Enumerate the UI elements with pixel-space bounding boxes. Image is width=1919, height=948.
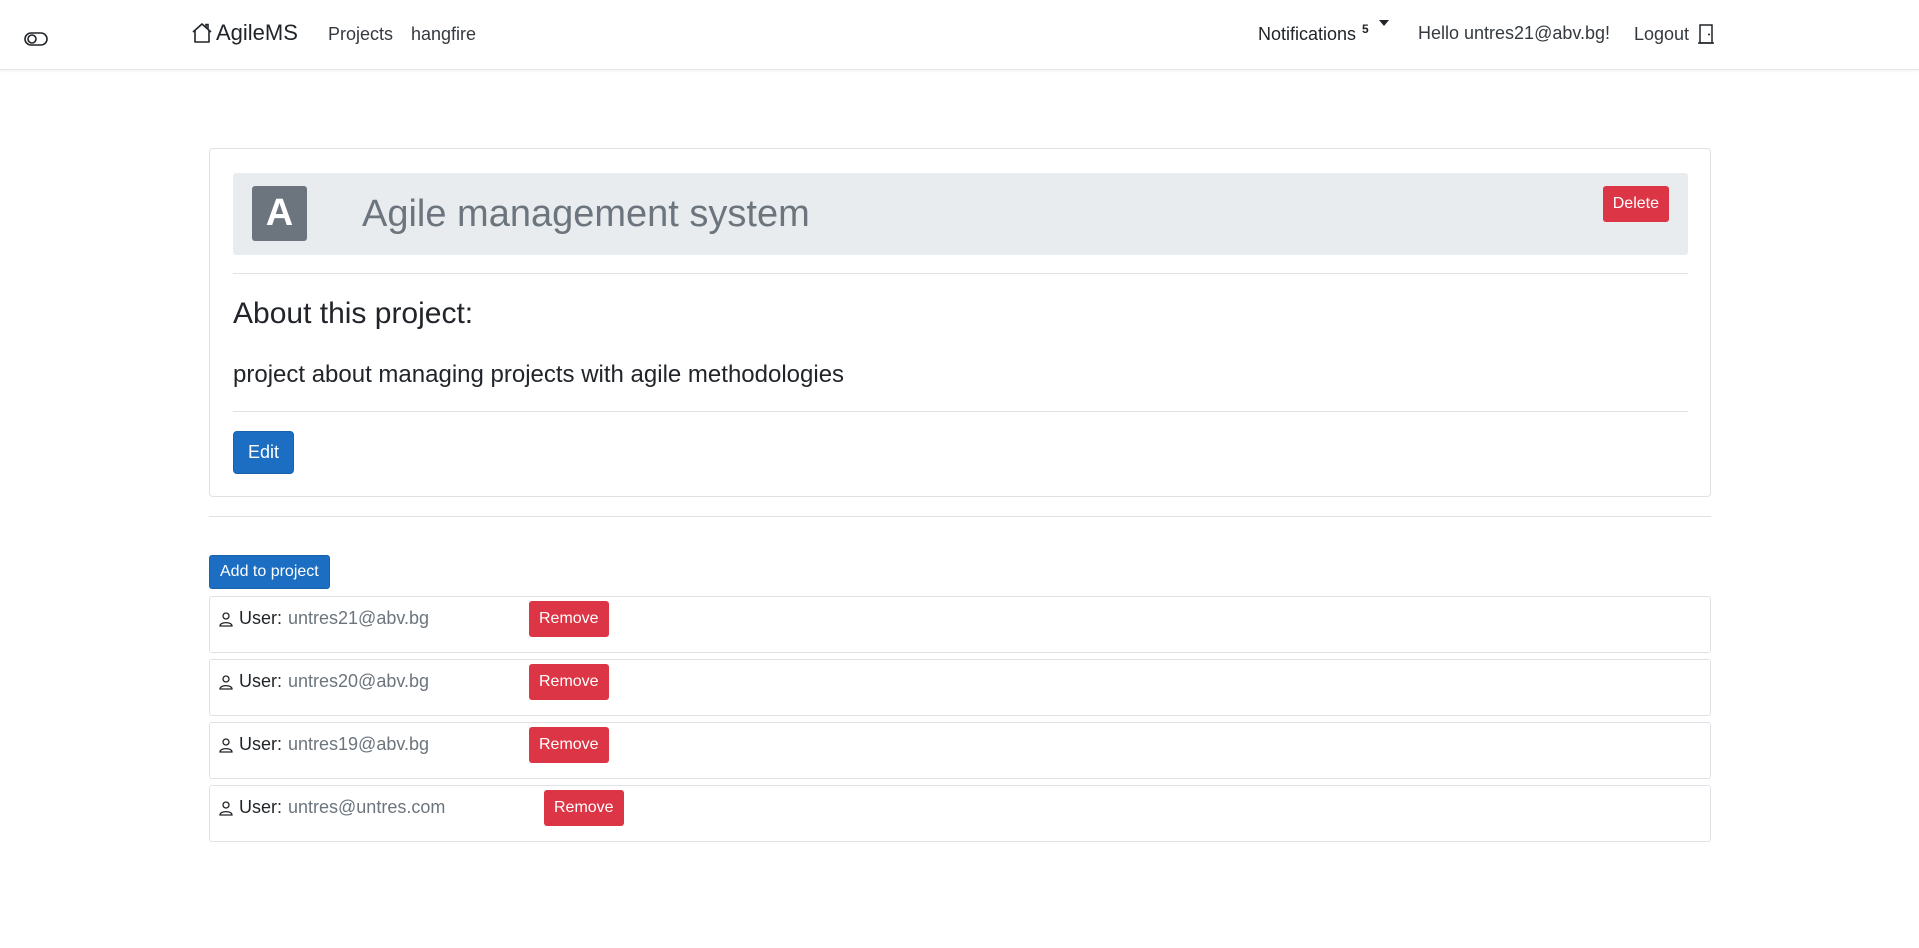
theme-toggle-icon[interactable]: [24, 31, 48, 47]
add-to-project-button[interactable]: Add to project: [209, 555, 330, 589]
project-header: A Agile management system Delete: [233, 173, 1688, 255]
caret-down-icon: [1378, 20, 1389, 26]
edit-project-button[interactable]: Edit: [233, 431, 294, 474]
member-email: untres20@abv.bg: [288, 671, 430, 691]
brand-name: AgileMS: [216, 20, 298, 45]
nav-link-hangfire[interactable]: hangfire: [411, 24, 476, 45]
project-avatar: A: [252, 186, 307, 241]
user-label: User:: [239, 608, 283, 628]
remove-member-button[interactable]: Remove: [529, 727, 609, 763]
section-divider: [209, 516, 1711, 517]
notifications-dropdown[interactable]: Notifications 5: [1258, 20, 1389, 45]
user-label: User:: [239, 671, 283, 691]
user-icon: [218, 737, 234, 758]
home-icon: [192, 23, 212, 43]
remove-member-button[interactable]: Remove: [544, 790, 624, 826]
user-greeting-link[interactable]: Hello untres21@abv.bg!: [1418, 23, 1610, 44]
nav-link-projects[interactable]: Projects: [328, 24, 393, 45]
logout-label: Logout: [1634, 23, 1690, 44]
remove-member-button[interactable]: Remove: [529, 601, 609, 637]
member-row: User: untres@untres.com Remove: [209, 785, 1711, 842]
member-row: User: untres21@abv.bg Remove: [209, 596, 1711, 653]
user-label: User:: [239, 797, 283, 817]
user-icon: [218, 800, 234, 821]
divider: [233, 273, 1688, 274]
user-label: User:: [239, 734, 283, 754]
logout-button[interactable]: Logout: [1634, 23, 1715, 45]
member-row: User: untres20@abv.bg Remove: [209, 659, 1711, 716]
delete-project-button[interactable]: Delete: [1602, 186, 1669, 222]
member-email: untres19@abv.bg: [288, 734, 430, 754]
user-icon: [218, 674, 234, 695]
door-icon: [1698, 24, 1715, 44]
brand-link[interactable]: AgileMS: [190, 20, 298, 46]
member-row: User: untres19@abv.bg Remove: [209, 722, 1711, 779]
remove-member-button[interactable]: Remove: [529, 664, 609, 700]
member-email: untres21@abv.bg: [288, 608, 430, 628]
project-title: Agile management system: [362, 193, 810, 235]
about-heading: About this project:: [233, 297, 474, 330]
divider: [233, 411, 1688, 412]
notifications-label: Notifications: [1258, 24, 1357, 44]
notification-count-badge: 5: [1362, 22, 1369, 36]
top-navbar: AgileMS Projects hangfire Notifications …: [0, 0, 1919, 70]
member-email: untres@untres.com: [288, 797, 446, 817]
project-card: A Agile management system Delete About t…: [209, 148, 1711, 497]
project-description: project about managing projects with agi…: [233, 361, 845, 388]
user-icon: [218, 611, 234, 632]
